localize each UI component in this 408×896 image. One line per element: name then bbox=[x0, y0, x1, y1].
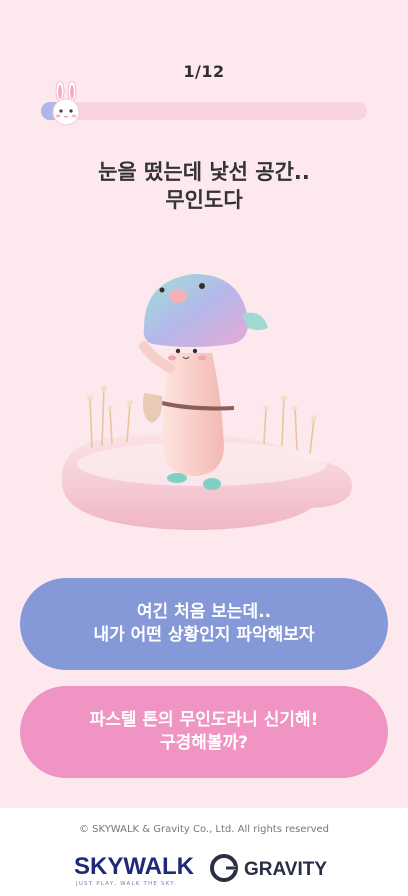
skywalk-logo: SKYWALK JUST PLAY, WALK THE SKY. bbox=[74, 853, 195, 887]
answer-1-line-2: 내가 어떤 상황인지 파악해보자 bbox=[93, 625, 315, 645]
mushroom-character-illustration bbox=[61, 274, 352, 530]
gravity-logo: GRAVITY bbox=[210, 854, 327, 882]
answer-option-2[interactable]: 파스텔 톤의 무인도라니 신기해! 구경해볼까? bbox=[20, 686, 388, 778]
bunny-progress-icon bbox=[52, 81, 80, 126]
answer-2-line-1: 파스텔 톤의 무인도라니 신기해! bbox=[89, 710, 319, 730]
progress-bar bbox=[41, 81, 367, 126]
skywalk-logo-text: SKYWALK bbox=[74, 853, 195, 880]
footer: © SKYWALK & Gravity Co., Ltd. All rights… bbox=[0, 808, 408, 896]
answer-1-line-1: 여긴 처음 보는데.. bbox=[136, 602, 272, 622]
gravity-logo-text: GRAVITY bbox=[244, 859, 327, 880]
question-line-2: 무인도다 bbox=[165, 188, 243, 212]
progress-count: 1/12 bbox=[183, 62, 225, 81]
question-line-1: 눈을 떴는데 낯선 공간.. bbox=[98, 160, 310, 184]
answer-option-1[interactable]: 여긴 처음 보는데.. 내가 어떤 상황인지 파악해보자 bbox=[20, 578, 388, 670]
skywalk-tagline: JUST PLAY, WALK THE SKY. bbox=[75, 881, 177, 887]
answer-2-line-2: 구경해볼까? bbox=[159, 733, 249, 753]
copyright-text: © SKYWALK & Gravity Co., Ltd. All rights… bbox=[78, 824, 330, 835]
question-text: 눈을 떴는데 낯선 공간.. 무인도다 bbox=[0, 158, 408, 214]
